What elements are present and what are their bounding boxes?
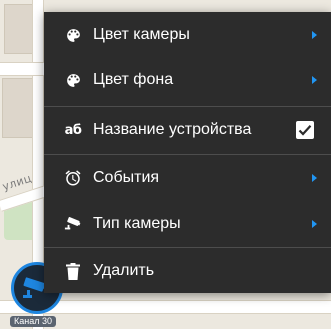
menu-item-events[interactable]: События: [44, 155, 331, 201]
palette-icon: [64, 26, 82, 44]
device-name-checkbox[interactable]: [296, 121, 314, 139]
chevron-right-icon: [312, 220, 317, 228]
context-menu: Цвет камеры Цвет фона аб Название устрой…: [44, 12, 331, 293]
marker-label: Канал 30: [10, 316, 56, 327]
text-format-icon: аб: [64, 121, 82, 139]
chevron-right-icon: [312, 174, 317, 182]
menu-item-label: Удалить: [93, 262, 155, 279]
menu-item-label: Название устройства: [93, 121, 252, 138]
text-format-glyph: аб: [64, 122, 82, 138]
chevron-right-icon: [312, 76, 317, 84]
trash-icon: [64, 262, 82, 280]
checkmark-icon: [298, 125, 312, 136]
menu-item-camera-color[interactable]: Цвет камеры: [44, 12, 331, 58]
menu-item-delete[interactable]: Удалить: [44, 248, 331, 294]
alarm-clock-icon: [64, 169, 82, 187]
menu-item-label: Цвет камеры: [93, 26, 190, 43]
menu-item-label: Тип камеры: [93, 215, 181, 232]
chevron-right-icon: [312, 31, 317, 39]
menu-item-label: События: [93, 169, 160, 186]
menu-item-device-name[interactable]: аб Название устройства: [44, 107, 331, 153]
menu-item-label: Цвет фона: [93, 71, 174, 88]
palette-icon: [64, 71, 82, 89]
menu-item-camera-type[interactable]: Тип камеры: [44, 201, 331, 247]
menu-item-background-color[interactable]: Цвет фона: [44, 57, 331, 103]
cctv-camera-icon: [64, 215, 82, 233]
